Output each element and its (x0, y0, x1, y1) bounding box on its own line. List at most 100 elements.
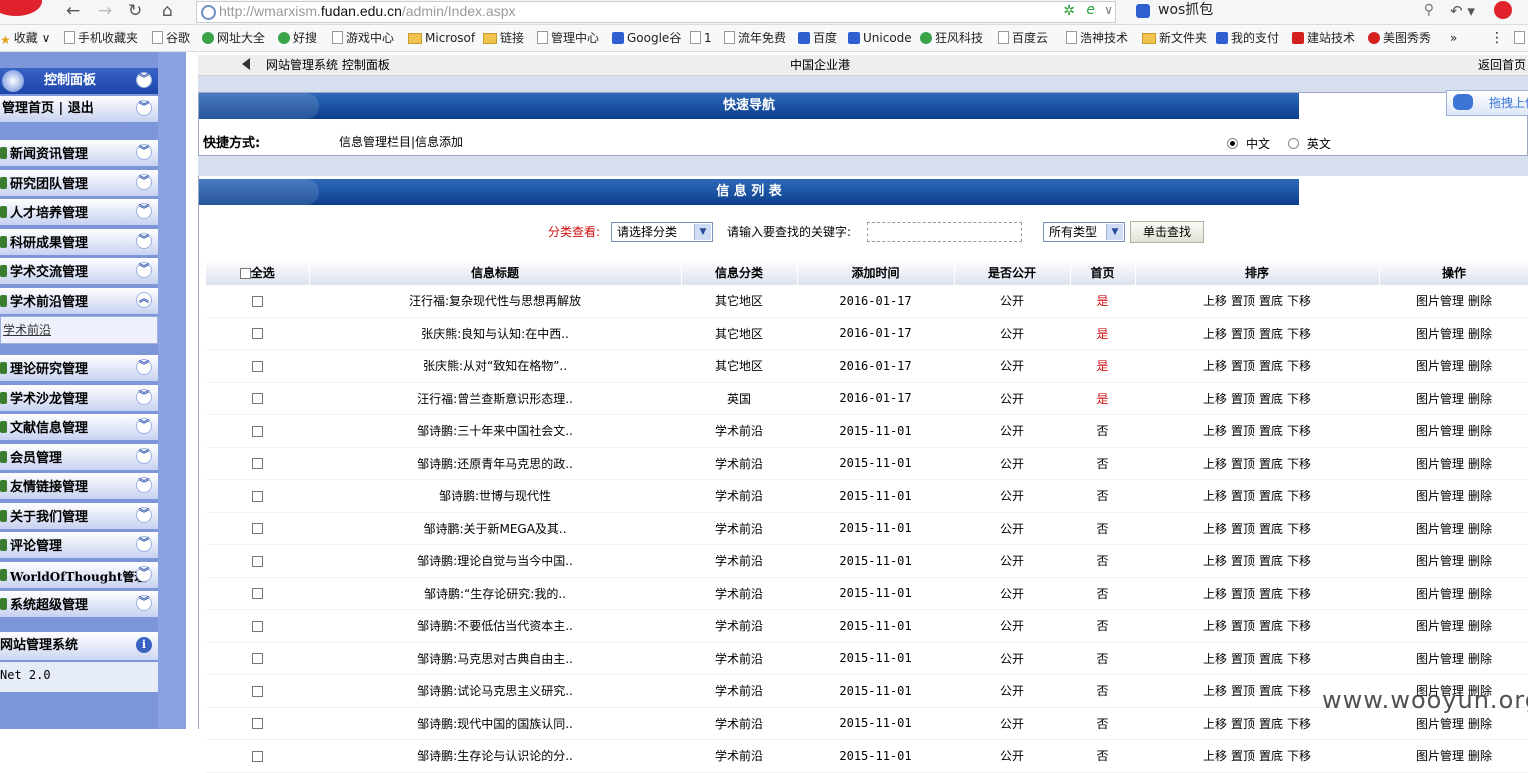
row-title[interactable]: 邹诗鹏:马克思对古典自由主.. (309, 642, 681, 675)
bookmark-item[interactable]: 建站技术 (1292, 25, 1355, 51)
select-all-checkbox[interactable] (239, 267, 251, 279)
row-public[interactable]: 公开 (954, 739, 1070, 773)
bookmark-item[interactable]: Microsof (408, 25, 475, 51)
row-title[interactable]: 邹诗鹏:“生存论研究:我的.. (309, 577, 681, 610)
row-homepage[interactable]: 否 (1096, 457, 1108, 471)
sidebar-item-superadmin[interactable]: 系统超级管理 ︾ (0, 591, 158, 617)
row-homepage[interactable]: 否 (1096, 424, 1108, 438)
row-homepage[interactable]: 否 (1096, 587, 1108, 601)
move-top-link[interactable]: 置顶 (1231, 652, 1255, 666)
move-up-link[interactable]: 上移 (1203, 749, 1227, 763)
move-down-link[interactable]: 下移 (1287, 294, 1311, 308)
chevron-down-icon[interactable]: ︾ (136, 418, 152, 434)
sidebar-item-literature[interactable]: 文献信息管理 ︾ (0, 414, 158, 440)
image-manage-link[interactable]: 图片管理 (1416, 522, 1464, 536)
row-checkbox[interactable] (252, 653, 263, 665)
move-bottom-link[interactable]: 置底 (1259, 619, 1283, 633)
image-manage-link[interactable]: 图片管理 (1416, 457, 1464, 471)
bookmark-item[interactable] (1514, 25, 1528, 51)
move-bottom-link[interactable]: 置底 (1259, 554, 1283, 568)
bookmark-item[interactable]: 管理中心 (537, 25, 599, 51)
forward-icon[interactable]: → (98, 0, 112, 22)
row-homepage[interactable]: 是 (1096, 392, 1108, 406)
chevron-down-icon[interactable]: ︾ (136, 100, 152, 116)
image-manage-link[interactable]: 图片管理 (1416, 327, 1464, 341)
row-title[interactable]: 邹诗鹏:生存论与认识论的分.. (309, 739, 681, 773)
back-home-link[interactable]: 返回首页 (1478, 55, 1526, 75)
sidebar-item-salon[interactable]: 学术沙龙管理 ︾ (0, 384, 158, 411)
move-down-link[interactable]: 下移 (1287, 554, 1311, 568)
image-manage-link[interactable]: 图片管理 (1416, 424, 1464, 438)
row-public[interactable]: 公开 (954, 317, 1070, 350)
triangle-left-icon[interactable] (242, 58, 250, 70)
move-down-link[interactable]: 下移 (1287, 684, 1311, 698)
delete-link[interactable]: 删除 (1468, 457, 1492, 471)
move-top-link[interactable]: 置顶 (1231, 424, 1255, 438)
chevron-down-icon[interactable]: ︾ (136, 506, 152, 523)
chevron-down-icon[interactable]: ︾ (136, 565, 152, 582)
bookmark-item[interactable]: 新文件夹 (1142, 25, 1207, 51)
category-select[interactable]: 请选择分类 ▼ (611, 222, 713, 242)
compat-mode-icon[interactable]: ✲ (1063, 3, 1075, 19)
move-top-link[interactable]: 置顶 (1231, 619, 1255, 633)
move-top-link[interactable]: 置顶 (1231, 684, 1255, 698)
row-homepage[interactable]: 否 (1096, 684, 1108, 698)
row-checkbox[interactable] (252, 425, 263, 437)
ie-icon[interactable]: e (1086, 2, 1095, 18)
row-title[interactable]: 汪行福:复杂现代性与思想再解放 (309, 285, 681, 318)
row-checkbox[interactable] (252, 588, 263, 600)
image-manage-link[interactable]: 图片管理 (1416, 294, 1464, 308)
row-checkbox[interactable] (252, 555, 263, 567)
image-manage-link[interactable]: 图片管理 (1416, 489, 1464, 503)
sidebar-item-talent[interactable]: 人才培养管理 ︾ (0, 199, 158, 225)
move-down-link[interactable]: 下移 (1287, 522, 1311, 536)
home-icon[interactable]: ⌂ (162, 0, 173, 22)
image-manage-link[interactable]: 图片管理 (1416, 619, 1464, 633)
undo-icon[interactable]: ↶ ▾ (1450, 2, 1475, 20)
row-public[interactable]: 公开 (954, 479, 1070, 513)
bookmark-more[interactable]: » (1450, 25, 1457, 51)
bookmark-item[interactable]: 手机收藏夹 (64, 25, 138, 51)
type-select[interactable]: 所有类型 ▼ (1043, 222, 1125, 242)
move-up-link[interactable]: 上移 (1203, 587, 1227, 601)
bookmark-item[interactable]: 百度 (798, 25, 837, 51)
move-top-link[interactable]: 置顶 (1231, 392, 1255, 406)
shortcut-links[interactable]: 信息管理栏目|信息添加 (339, 133, 463, 150)
row-public[interactable]: 公开 (954, 544, 1070, 578)
chevron-down-icon[interactable]: ︾ (136, 173, 152, 190)
bookmark-item[interactable]: 百度云 (998, 25, 1048, 51)
row-checkbox[interactable] (252, 685, 263, 697)
bookmark-item[interactable]: 美图秀秀 (1368, 25, 1431, 51)
move-up-link[interactable]: 上移 (1203, 327, 1227, 341)
move-up-link[interactable]: 上移 (1203, 652, 1227, 666)
row-homepage[interactable]: 否 (1096, 489, 1108, 503)
image-manage-link[interactable]: 图片管理 (1416, 359, 1464, 373)
row-public[interactable]: 公开 (954, 382, 1070, 415)
row-checkbox[interactable] (252, 360, 263, 372)
delete-link[interactable]: 删除 (1468, 522, 1492, 536)
row-checkbox[interactable] (252, 750, 263, 762)
row-title[interactable]: 邹诗鹏:世博与现代性 (309, 479, 681, 513)
search-button[interactable]: 单击查找 (1130, 221, 1204, 243)
row-checkbox[interactable] (252, 620, 263, 632)
move-bottom-link[interactable]: 置底 (1259, 587, 1283, 601)
move-down-link[interactable]: 下移 (1287, 359, 1311, 373)
chevron-down-icon[interactable]: ︾ (136, 203, 152, 219)
sidebar-item-members[interactable]: 会员管理 ︾ (0, 443, 158, 470)
delete-link[interactable]: 删除 (1468, 554, 1492, 568)
bookmark-item[interactable]: 1 (690, 25, 712, 51)
move-bottom-link[interactable]: 置底 (1259, 424, 1283, 438)
move-bottom-link[interactable]: 置底 (1259, 359, 1283, 373)
row-title[interactable]: 汪行福:曾兰查斯意识形态理.. (309, 382, 681, 415)
search-text[interactable]: wos抓包 (1158, 1, 1213, 19)
row-homepage[interactable]: 是 (1096, 359, 1108, 373)
sidebar-item-news[interactable]: 新闻资讯管理 ︾ (0, 140, 158, 166)
row-title[interactable]: 邹诗鹏:还原青年马克思的政.. (309, 447, 681, 480)
move-down-link[interactable]: 下移 (1287, 587, 1311, 601)
image-manage-link[interactable]: 图片管理 (1416, 749, 1464, 763)
refresh-icon[interactable]: ↻ (128, 0, 142, 22)
row-title[interactable]: 邹诗鹏:试论马克思主义研究.. (309, 674, 681, 708)
row-checkbox[interactable] (252, 490, 263, 502)
row-public[interactable]: 公开 (954, 447, 1070, 480)
delete-link[interactable]: 删除 (1468, 749, 1492, 763)
